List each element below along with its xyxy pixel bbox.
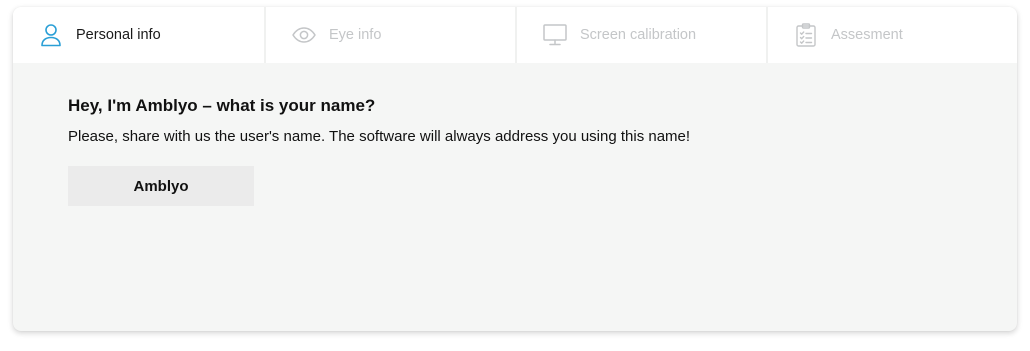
tab-screen-calibration[interactable]: Screen calibration	[515, 7, 766, 63]
wizard-card: Personal info Eye info Screen calibratio…	[13, 7, 1017, 331]
tab-personal-info[interactable]: Personal info	[13, 7, 264, 63]
tab-label: Personal info	[76, 27, 161, 43]
tab-label: Assesment	[831, 27, 903, 43]
tab-label: Screen calibration	[580, 27, 697, 43]
monitor-icon	[543, 23, 567, 47]
form-description: Please, share with us the user's name. T…	[68, 128, 691, 145]
tab-eye-info[interactable]: Eye info	[264, 7, 515, 63]
user-icon	[39, 23, 63, 47]
form-title: Hey, I'm Amblyo – what is your name?	[68, 96, 376, 115]
name-input[interactable]	[68, 166, 254, 206]
wizard-tabs: Personal info Eye info Screen calibratio…	[13, 7, 1017, 63]
clipboard-checklist-icon	[794, 23, 818, 47]
tab-assesment[interactable]: Assesment	[766, 7, 1017, 63]
eye-icon	[292, 23, 316, 47]
personal-info-form: Hey, I'm Amblyo – what is your name? Ple…	[68, 96, 968, 206]
tab-label: Eye info	[329, 27, 382, 43]
